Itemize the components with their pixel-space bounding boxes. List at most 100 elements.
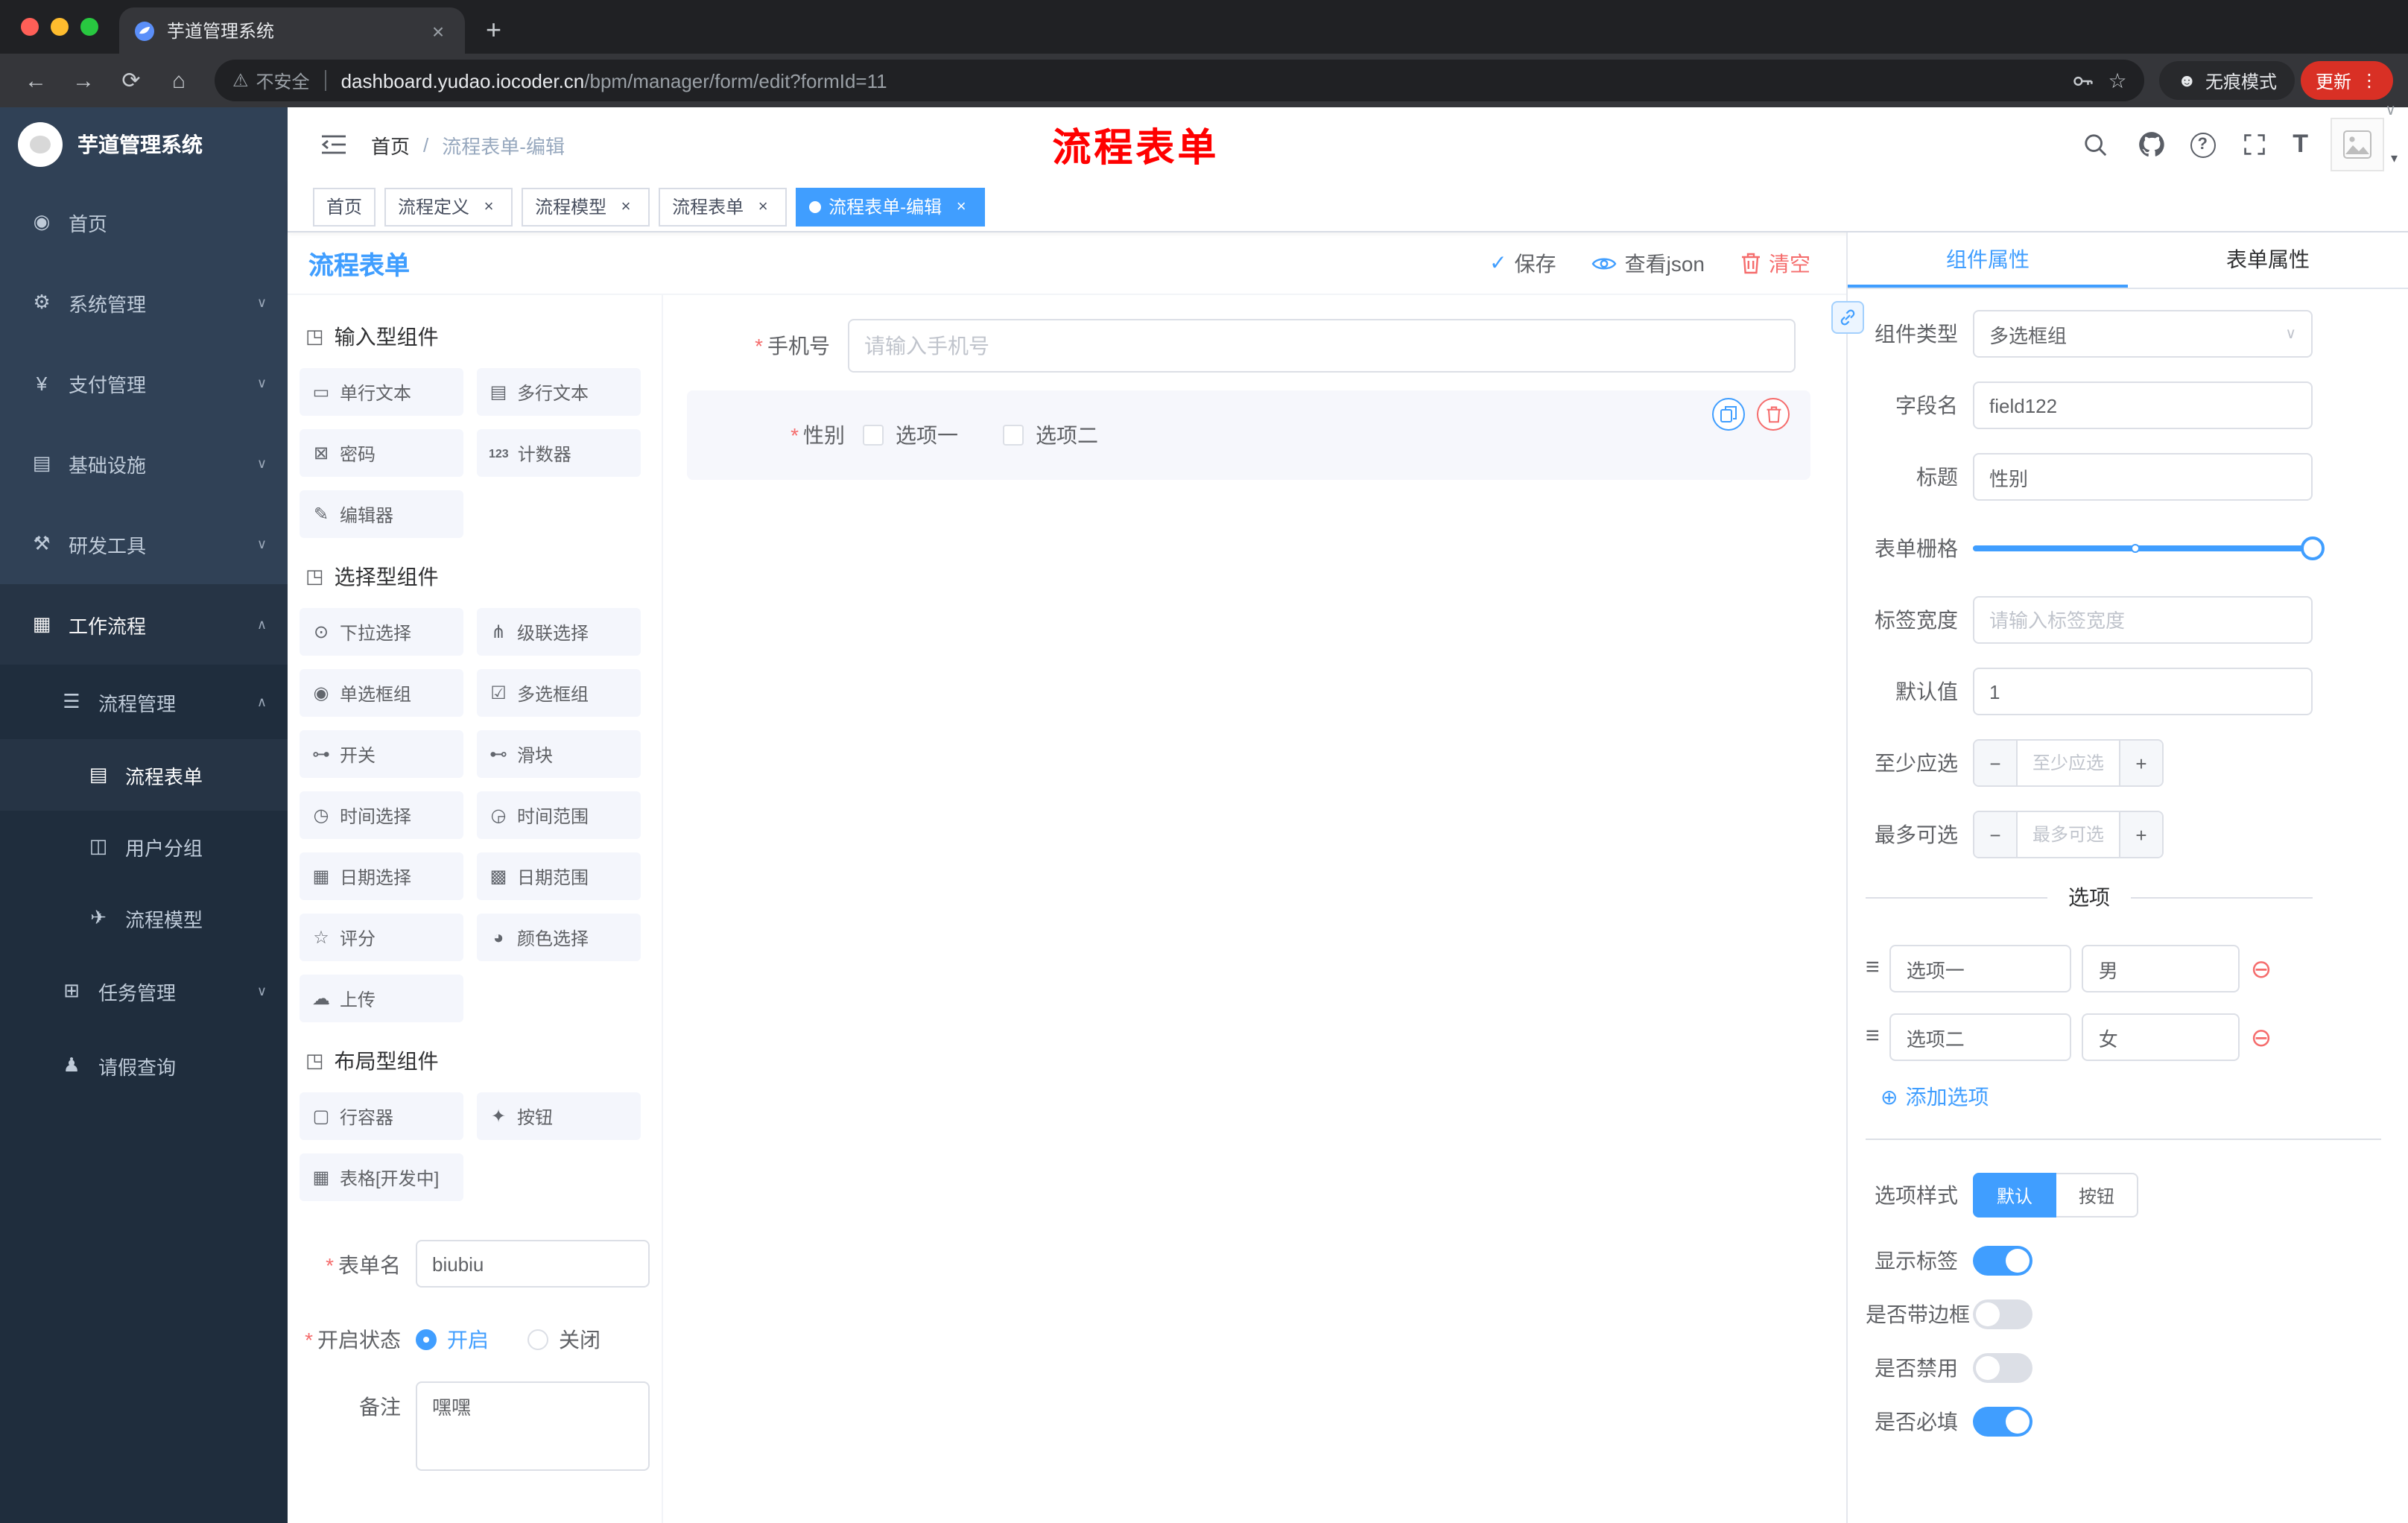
avatar[interactable]: ▾	[2331, 118, 2398, 171]
forward-icon[interactable]: →	[63, 60, 104, 101]
min-select-input[interactable]	[2018, 741, 2119, 785]
browser-tab[interactable]: 芋道管理系统 ×	[119, 7, 465, 54]
palette-item-row-container[interactable]: ▢ 行容器	[300, 1092, 463, 1140]
phone-input[interactable]	[848, 319, 1796, 373]
option-1-name-input[interactable]	[1889, 945, 2072, 992]
max-select-input[interactable]	[2018, 812, 2119, 857]
palette-item-slider[interactable]: ⊷ 滑块	[477, 730, 641, 778]
tag-process-definition[interactable]: 流程定义 ×	[384, 187, 513, 226]
gender-option-1[interactable]: 选项一	[863, 420, 958, 450]
checkbox-icon[interactable]	[1003, 425, 1024, 446]
default-value-input[interactable]	[1973, 668, 2313, 715]
clear-button[interactable]: 清空	[1740, 248, 1810, 278]
radio-enabled[interactable]: 开启	[416, 1325, 489, 1355]
style-default-button[interactable]: 默认	[1973, 1173, 2057, 1218]
palette-item-button[interactable]: ✦ 按钮	[477, 1092, 641, 1140]
tab-component-props[interactable]: 组件属性	[1848, 232, 2128, 288]
browser-update-button[interactable]: 更新 ⋮	[2300, 61, 2393, 100]
back-icon[interactable]: ←	[15, 60, 57, 101]
plus-button[interactable]: +	[2119, 812, 2162, 857]
form-grid-slider[interactable]	[1973, 525, 2325, 572]
title-input[interactable]	[1973, 453, 2313, 501]
search-icon[interactable]	[2079, 128, 2112, 161]
form-name-input[interactable]	[416, 1240, 650, 1288]
option-2-name-input[interactable]	[1889, 1013, 2072, 1061]
palette-item-password[interactable]: ⊠ 密码	[300, 429, 463, 477]
palette-item-checkbox-group[interactable]: ☑ 多选框组	[477, 669, 641, 717]
plus-button[interactable]: +	[2119, 741, 2162, 785]
gender-option-2[interactable]: 选项二	[1003, 420, 1098, 450]
tag-process-model[interactable]: 流程模型 ×	[522, 187, 650, 226]
sidebar-item-payment-mgmt[interactable]: ¥ 支付管理 ∨	[0, 343, 288, 423]
url-text[interactable]: dashboard.yudao.iocoder.cn/bpm/manager/f…	[341, 69, 2056, 92]
palette-item-switch[interactable]: ⊶ 开关	[300, 730, 463, 778]
field-gender-selected[interactable]: 性别 选项一 选项二	[687, 390, 1810, 480]
component-type-select[interactable]: 多选框组 ∨	[1973, 310, 2313, 358]
palette-item-cascader[interactable]: ⋔ 级联选择	[477, 608, 641, 656]
tag-process-form[interactable]: 流程表单 ×	[659, 187, 788, 226]
tag-close-icon[interactable]: ×	[951, 196, 972, 217]
breadcrumb-home[interactable]: 首页	[371, 130, 410, 159]
address-bar[interactable]: ⚠ 不安全 dashboard.yudao.iocoder.cn/bpm/man…	[215, 60, 2145, 101]
field-phone[interactable]: 手机号	[687, 319, 1810, 373]
close-window-button[interactable]	[21, 18, 39, 36]
palette-item-rate[interactable]: ☆ 评分	[300, 914, 463, 961]
bookmark-star-icon[interactable]: ☆	[2108, 68, 2127, 93]
key-icon[interactable]	[2071, 69, 2094, 92]
sidebar-item-system-mgmt[interactable]: ⚙ 系统管理 ∨	[0, 262, 288, 343]
border-switch[interactable]	[1973, 1299, 2032, 1329]
sidebar-item-process-form[interactable]: ▤ 流程表单	[0, 739, 288, 811]
slider-handle[interactable]	[2301, 536, 2325, 560]
palette-item-counter[interactable]: 123 计数器	[477, 429, 641, 477]
tab-close-icon[interactable]: ×	[426, 19, 450, 42]
sidebar-item-task-mgmt[interactable]: ⊞ 任务管理 ∨	[0, 954, 288, 1028]
tag-close-icon[interactable]: ×	[615, 196, 636, 217]
disabled-switch[interactable]	[1973, 1353, 2032, 1383]
required-switch[interactable]	[1973, 1407, 2032, 1437]
minimize-window-button[interactable]	[51, 18, 69, 36]
sidebar-item-user-group[interactable]: ◫ 用户分组	[0, 811, 288, 882]
label-width-input[interactable]	[1973, 596, 2313, 644]
sidebar-logo[interactable]: 芋道管理系统	[0, 107, 288, 182]
palette-item-textarea[interactable]: ▤ 多行文本	[477, 368, 641, 416]
palette-item-color-picker[interactable]: ◕ 颜色选择	[477, 914, 641, 961]
style-button-button[interactable]: 按钮	[2056, 1173, 2139, 1218]
remove-option-icon[interactable]: ⊖	[2251, 956, 2272, 981]
drag-handle-icon[interactable]: ≡	[1866, 1024, 1880, 1051]
tag-home[interactable]: 首页×	[313, 187, 376, 226]
field-name-input[interactable]	[1973, 381, 2313, 429]
maximize-window-button[interactable]	[80, 18, 98, 36]
sidebar-item-dev-tools[interactable]: ⚒ 研发工具 ∨	[0, 504, 288, 584]
save-button[interactable]: ✓ 保存	[1489, 248, 1556, 278]
sidebar-item-process-mgmt[interactable]: ☰ 流程管理 ∧	[0, 665, 288, 739]
palette-item-date-range[interactable]: ▩ 日期范围	[477, 852, 641, 900]
palette-item-single-line-text[interactable]: ▭ 单行文本	[300, 368, 463, 416]
new-tab-button[interactable]: +	[486, 7, 501, 54]
sidebar-item-infrastructure[interactable]: ▤ 基础设施 ∨	[0, 423, 288, 504]
remove-option-icon[interactable]: ⊖	[2251, 1025, 2272, 1050]
delete-widget-button[interactable]	[1757, 398, 1790, 431]
tag-close-icon[interactable]: ×	[752, 196, 773, 217]
reload-icon[interactable]: ⟳	[110, 60, 152, 101]
palette-item-date-picker[interactable]: ▦ 日期选择	[300, 852, 463, 900]
minus-button[interactable]: −	[1974, 741, 2018, 785]
option-2-value-input[interactable]	[2082, 1013, 2240, 1061]
tab-form-props[interactable]: 表单属性	[2128, 232, 2408, 288]
fullscreen-icon[interactable]	[2237, 128, 2270, 161]
slider-track[interactable]	[1973, 536, 2325, 560]
minus-button[interactable]: −	[1974, 812, 2018, 857]
sidebar-item-leave-query[interactable]: ♟ 请假查询	[0, 1028, 288, 1103]
link-icon[interactable]	[1831, 301, 1864, 334]
palette-item-time-picker[interactable]: ◷ 时间选择	[300, 791, 463, 839]
palette-item-editor[interactable]: ✎ 编辑器	[300, 490, 463, 538]
add-option-button[interactable]: ⊕ 添加选项	[1881, 1082, 2313, 1112]
palette-item-time-range[interactable]: ◶ 时间范围	[477, 791, 641, 839]
github-icon[interactable]	[2135, 128, 2167, 161]
checkbox-icon[interactable]	[863, 425, 884, 446]
palette-item-table[interactable]: ▦ 表格[开发中]	[300, 1153, 463, 1201]
palette-item-radio-group[interactable]: ◉ 单选框组	[300, 669, 463, 717]
view-json-button[interactable]: 查看json	[1592, 248, 1705, 278]
show-label-switch[interactable]	[1973, 1246, 2032, 1276]
tag-close-icon[interactable]: ×	[478, 196, 499, 217]
tag-process-form-edit[interactable]: 流程表单-编辑 ×	[796, 187, 986, 226]
